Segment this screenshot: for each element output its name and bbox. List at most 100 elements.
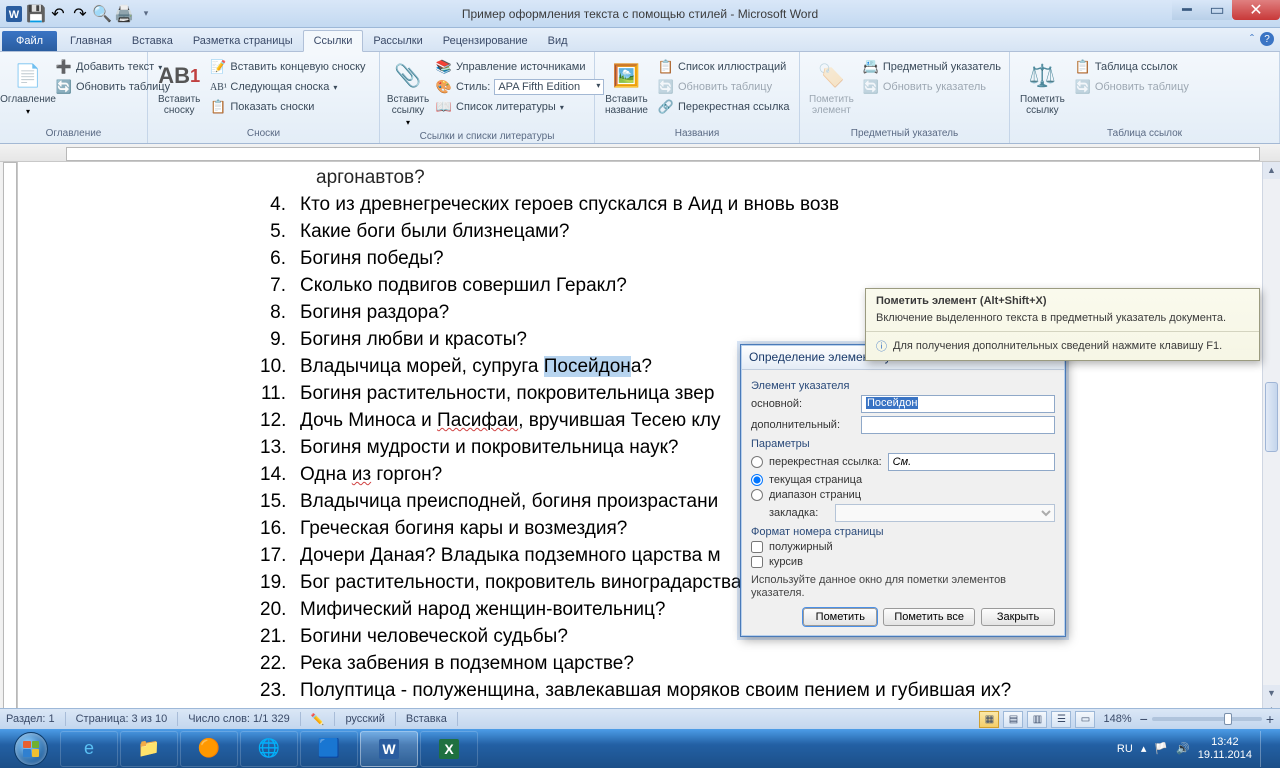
insert-citation-button[interactable]: 📎Вставить ссылку▾ xyxy=(386,58,430,129)
tray-clock[interactable]: 13:4219.11.2014 xyxy=(1198,736,1252,762)
file-tab[interactable]: Файл xyxy=(2,31,57,51)
close-button[interactable]: ✕ xyxy=(1232,0,1280,20)
scrollbar-thumb[interactable] xyxy=(1265,382,1278,452)
document-area[interactable]: аргонавтов?4.Кто из древнегреческих геро… xyxy=(18,162,1262,736)
start-button[interactable] xyxy=(4,729,58,768)
status-section[interactable]: Раздел: 1 xyxy=(6,713,55,725)
help-icon[interactable]: ? xyxy=(1260,32,1274,46)
taskbar-ie[interactable]: e xyxy=(60,731,118,767)
scroll-up-icon[interactable]: ▲ xyxy=(1263,162,1280,179)
vertical-scrollbar[interactable]: ▲ ▼ ⬘ ⬙ xyxy=(1262,162,1280,736)
taskbar-app[interactable]: 🟦 xyxy=(300,731,358,767)
citation-style-select[interactable]: 🎨Стиль: APA Fifth Edition ▾ xyxy=(434,78,606,96)
taskbar-word[interactable]: W xyxy=(360,731,418,767)
taskbar-explorer[interactable]: 📁 xyxy=(120,731,178,767)
cross-ref-input[interactable] xyxy=(888,453,1055,471)
tab-review[interactable]: Рецензирование xyxy=(433,31,538,51)
mark-all-button[interactable]: Пометить все xyxy=(883,608,975,626)
status-insert-mode[interactable]: Вставка xyxy=(406,713,447,725)
titlebar: W 💾 ↶ ↷ 🔍 🖨️ ▾ Пример оформления текста … xyxy=(0,0,1280,28)
tray-volume-icon[interactable]: 🔊 xyxy=(1176,742,1190,755)
update-authorities-button: 🔄Обновить таблицу xyxy=(1073,78,1191,96)
toc-button[interactable]: 📄Оглавление▾ xyxy=(6,58,50,118)
ribbon-minimize-icon[interactable]: ˆ xyxy=(1250,32,1254,46)
print-preview-icon[interactable]: 🔍 xyxy=(92,4,112,24)
status-page[interactable]: Страница: 3 из 10 xyxy=(76,713,168,725)
outline-view[interactable]: ☰ xyxy=(1051,711,1071,728)
status-words[interactable]: Число слов: 1/1 329 xyxy=(188,713,290,725)
current-page-radio[interactable] xyxy=(751,474,763,486)
cross-ref-label: перекрестная ссылка: xyxy=(769,456,882,468)
quick-print-icon[interactable]: 🖨️ xyxy=(114,4,134,24)
spellcheck-icon[interactable]: ✏️ xyxy=(311,713,325,726)
dialog-note: Используйте данное окно для пометки элем… xyxy=(751,574,1055,600)
list-item[interactable]: 6.Богиня победы? xyxy=(260,245,1262,272)
tooltip-title: Пометить элемент (Alt+Shift+X) xyxy=(866,289,1259,309)
insert-caption-button[interactable]: 🖼️Вставить название xyxy=(601,58,652,118)
zoom-out-button[interactable]: − xyxy=(1140,711,1148,727)
tab-home[interactable]: Главная xyxy=(60,31,122,51)
web-layout-view[interactable]: ▥ xyxy=(1027,711,1047,728)
main-entry-input[interactable]: Посейдон xyxy=(861,395,1055,413)
info-icon: ⓘ xyxy=(876,338,887,354)
sub-entry-input[interactable] xyxy=(861,416,1055,434)
page-range-label: диапазон страниц xyxy=(769,489,861,501)
show-desktop-button[interactable] xyxy=(1260,731,1270,767)
status-language[interactable]: русский xyxy=(345,713,384,725)
list-item[interactable]: 4.Кто из древнегреческих героев спускалс… xyxy=(260,191,1262,218)
table-of-figures-button[interactable]: 📋Список иллюстраций xyxy=(656,58,792,76)
next-footnote-button[interactable]: AB¹Следующая сноска▾ xyxy=(208,78,367,96)
page-range-radio[interactable] xyxy=(751,489,763,501)
window-title: Пример оформления текста с помощью стиле… xyxy=(462,7,818,21)
group-captions-label: Названия xyxy=(601,126,793,141)
windows-taskbar: e 📁 🟠 🌐 🟦 W X RU ▴ 🏳️ 🔊 13:4219.11.2014 xyxy=(0,729,1280,768)
vertical-ruler[interactable] xyxy=(0,162,18,736)
draft-view[interactable]: ▭ xyxy=(1075,711,1095,728)
cross-ref-radio[interactable] xyxy=(751,456,763,468)
tab-insert[interactable]: Вставка xyxy=(122,31,183,51)
taskbar-media[interactable]: 🟠 xyxy=(180,731,238,767)
list-item[interactable]: 5.Какие боги были близнецами? xyxy=(260,218,1262,245)
minimize-button[interactable]: ━ xyxy=(1172,0,1202,20)
mark-citation-button[interactable]: ⚖️Пометить ссылку xyxy=(1016,58,1069,118)
mark-button[interactable]: Пометить xyxy=(803,608,877,626)
bold-checkbox[interactable] xyxy=(751,541,763,553)
zoom-in-button[interactable]: + xyxy=(1266,711,1274,727)
taskbar-excel[interactable]: X xyxy=(420,731,478,767)
bibliography-button[interactable]: 📖Список литературы▾ xyxy=(434,98,606,116)
qat-dropdown-icon[interactable]: ▾ xyxy=(136,4,156,24)
undo-icon[interactable]: ↶ xyxy=(48,4,68,24)
zoom-level[interactable]: 148% xyxy=(1103,713,1131,725)
table-authorities-button[interactable]: 📋Таблица ссылок xyxy=(1073,58,1191,76)
show-footnotes-button[interactable]: 📋Показать сноски xyxy=(208,98,367,116)
tab-page-layout[interactable]: Разметка страницы xyxy=(183,31,303,51)
fullscreen-view[interactable]: ▤ xyxy=(1003,711,1023,728)
print-layout-view[interactable]: ▦ xyxy=(979,711,999,728)
tray-language[interactable]: RU xyxy=(1117,743,1133,755)
redo-icon[interactable]: ↷ xyxy=(70,4,90,24)
insert-footnote-button[interactable]: AB1Вставить сноску xyxy=(154,58,204,118)
tray-flag-icon[interactable]: 🏳️ xyxy=(1154,742,1168,755)
list-item[interactable]: 23.Полуптица - полуженщина, завлекавшая … xyxy=(260,677,1262,704)
tab-view[interactable]: Вид xyxy=(538,31,578,51)
close-dialog-button[interactable]: Закрыть xyxy=(981,608,1055,626)
list-item[interactable]: 22.Река забвения в подземном царстве? xyxy=(260,650,1262,677)
insert-endnote-button[interactable]: 📝Вставить концевую сноску xyxy=(208,58,367,76)
cross-reference-button[interactable]: 🔗Перекрестная ссылка xyxy=(656,98,792,116)
italic-checkbox[interactable] xyxy=(751,556,763,568)
options-group-label: Параметры xyxy=(751,438,1055,450)
status-bar: Раздел: 1 Страница: 3 из 10 Число слов: … xyxy=(0,708,1280,729)
tab-mailings[interactable]: Рассылки xyxy=(363,31,432,51)
mark-entry-button[interactable]: 🏷️Пометить элемент xyxy=(806,58,857,118)
maximize-button[interactable]: ▭ xyxy=(1202,0,1232,20)
index-entry-group-label: Элемент указателя xyxy=(751,380,1055,392)
scroll-down-icon[interactable]: ▼ xyxy=(1263,685,1280,702)
tray-show-hidden-icon[interactable]: ▴ xyxy=(1141,742,1147,755)
save-icon[interactable]: 💾 xyxy=(26,4,46,24)
tab-references[interactable]: Ссылки xyxy=(303,30,364,52)
horizontal-ruler[interactable] xyxy=(0,144,1280,162)
taskbar-chrome[interactable]: 🌐 xyxy=(240,731,298,767)
manage-sources-button[interactable]: 📚Управление источниками xyxy=(434,58,606,76)
insert-index-button[interactable]: 📇Предметный указатель xyxy=(861,58,1003,76)
zoom-slider[interactable] xyxy=(1152,717,1262,721)
